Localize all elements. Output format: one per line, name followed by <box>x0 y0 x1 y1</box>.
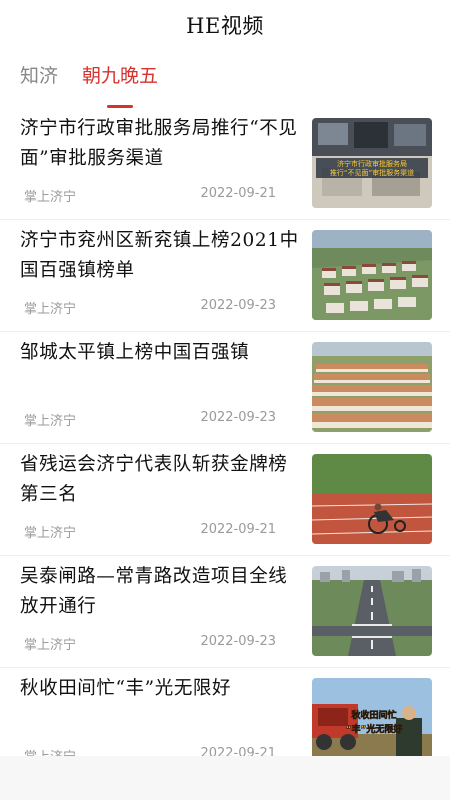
thumb-caption-line1: 秋收田间忙 <box>350 709 396 721</box>
thumb-caption-line2: 推行“不见面”审批服务渠道 <box>330 168 414 177</box>
bottom-area <box>0 756 450 800</box>
news-date: 2022-09-21 <box>200 186 276 201</box>
list-item[interactable]: 吴泰闸路—常青路改造项目全线放开通行 掌上济宁 2022-09-23 <box>0 556 450 668</box>
page-title: HE视频 <box>186 14 264 38</box>
news-date: 2022-09-23 <box>200 634 276 649</box>
news-thumbnail <box>312 230 432 320</box>
news-date: 2022-09-21 <box>200 522 276 537</box>
news-source: 掌上济宁 <box>24 414 77 429</box>
news-thumbnail: 济宁市行政审批服务局 推行“不见面”审批服务渠道 <box>312 118 432 208</box>
list-item[interactable]: 济宁市兖州区新兖镇上榜2021中国百强镇榜单 掌上济宁 2022-09-23 <box>0 220 450 332</box>
news-title: 济宁市兖州区新兖镇上榜2021中国百强镇榜单 <box>20 230 299 281</box>
news-source: 掌上济宁 <box>24 302 77 317</box>
news-title: 省残运会济宁代表队斩获金牌榜第三名 <box>20 454 288 505</box>
list-item[interactable]: 邹城太平镇上榜中国百强镇 掌上济宁 2022-09-23 <box>0 332 450 444</box>
top-bar: HE视频 <box>0 0 450 50</box>
news-thumbnail <box>312 342 432 432</box>
news-title: 秋收田间忙“丰”光无限好 <box>20 678 232 699</box>
news-thumbnail <box>312 454 432 544</box>
news-source: 掌上济宁 <box>24 638 77 653</box>
news-date: 2022-09-23 <box>200 410 276 425</box>
news-date: 2022-09-23 <box>200 298 276 313</box>
tab-zhaojiuwanwu[interactable]: 朝九晚五 <box>82 61 159 108</box>
wheelchair-race-image <box>312 454 432 544</box>
road-intersection-image <box>312 566 432 656</box>
news-title: 邹城太平镇上榜中国百强镇 <box>20 342 250 363</box>
office-scene-image: 济宁市行政审批服务局 推行“不见面”审批服务渠道 <box>312 118 432 208</box>
tab-zhiji[interactable]: 知济 <box>20 61 58 100</box>
news-source: 掌上济宁 <box>24 190 77 205</box>
village-rows-image <box>312 342 432 432</box>
news-title: 吴泰闸路—常青路改造项目全线放开通行 <box>20 566 288 617</box>
news-source: 掌上济宁 <box>24 526 77 541</box>
tab-bar: 知济 朝九晚五 <box>0 50 450 108</box>
news-list: 济宁市行政审批服务局推行“不见面”审批服务渠道 掌上济宁 2022-09-21 … <box>0 108 450 780</box>
tab-label: 朝九晚五 <box>82 65 159 87</box>
thumb-caption-line1: 济宁市行政审批服务局 <box>337 159 407 168</box>
thumb-caption-line2: “丰”光无限好 <box>346 723 403 735</box>
news-thumbnail: 秋收田间忙 “丰”光无限好 <box>312 678 432 768</box>
news-thumbnail <box>312 566 432 656</box>
town-aerial-image <box>312 230 432 320</box>
news-title: 济宁市行政审批服务局推行“不见面”审批服务渠道 <box>20 118 298 169</box>
list-item[interactable]: 省残运会济宁代表队斩获金牌榜第三名 掌上济宁 2022-09-21 <box>0 444 450 556</box>
list-item[interactable]: 济宁市行政审批服务局推行“不见面”审批服务渠道 掌上济宁 2022-09-21 … <box>0 108 450 220</box>
harvest-scene-image: 秋收田间忙 “丰”光无限好 <box>312 678 432 768</box>
tab-label: 知济 <box>20 65 59 87</box>
